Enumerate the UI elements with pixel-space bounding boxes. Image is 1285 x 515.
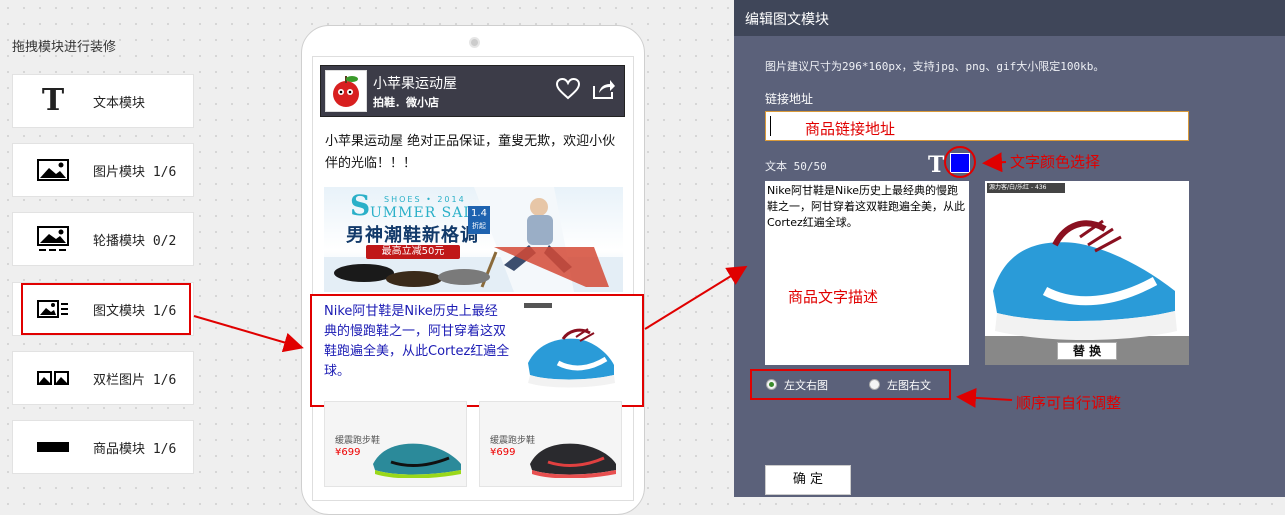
- radio-image-left[interactable]: [869, 379, 880, 390]
- product-card[interactable]: 缓震跑步鞋 ¥699: [479, 401, 622, 487]
- banner-headline: 男神潮鞋新格调: [346, 225, 479, 246]
- image-icon: [13, 159, 93, 181]
- link-label: 链接地址: [765, 92, 814, 106]
- highlight-box: [21, 283, 191, 335]
- module-image[interactable]: 图片模块 1/6: [12, 143, 194, 197]
- module-label: 商品模块: [93, 441, 146, 457]
- product-card[interactable]: 缓震跑步鞋 ¥699: [324, 401, 467, 487]
- product-shoe-image: [530, 443, 616, 478]
- module-label: 双栏图片: [93, 372, 146, 388]
- banner-discount-unit: 折起: [472, 222, 486, 230]
- color-select-note: 文字颜色选择: [1010, 153, 1101, 171]
- module-count: 1/6: [152, 441, 177, 457]
- text-format-icon: T: [928, 152, 945, 178]
- editor-title: 编辑图文模块: [745, 12, 829, 28]
- product-price: ¥699: [335, 447, 361, 458]
- text-counter-label: 文本 50/50: [765, 160, 827, 173]
- product-price: ¥699: [490, 447, 516, 458]
- shop-name: 小苹果运动屋: [373, 76, 457, 92]
- share-icon[interactable]: [592, 78, 616, 104]
- preview-image: 源力客/白/乐红 - 436: [985, 181, 1189, 365]
- banner-year: SHOES • 2014: [384, 195, 466, 204]
- text-caret: [770, 116, 771, 136]
- arrow-module-to-phone: [193, 315, 304, 353]
- arrow-phone-to-editor: [644, 265, 748, 330]
- product-bar-icon: [13, 442, 93, 452]
- module-product[interactable]: 商品模块 1/6: [12, 420, 194, 474]
- phone-camera: [469, 37, 480, 48]
- module-count: 1/6: [152, 372, 177, 388]
- radio-label-text-left[interactable]: 左文右图: [784, 377, 828, 393]
- replace-image-button[interactable]: 替 换: [1057, 342, 1117, 360]
- link-note: 商品链接地址: [805, 120, 896, 138]
- left-panel-title: 拖拽模块进行装修: [12, 40, 117, 55]
- imgtext-text: Nike阿甘鞋是Nike历史上最经典的慢跑鞋之一，阿甘穿着这双鞋跑遍全美，从此C…: [324, 304, 510, 379]
- module-image-text[interactable]: 图文模块 1/6: [12, 282, 194, 336]
- module-label: 轮播模块: [93, 233, 146, 249]
- image-size-hint: 图片建议尺寸为296*160px，支持jpg、png、gif大小限定100kb。: [765, 60, 1105, 73]
- module-label: 图片模块: [93, 164, 146, 180]
- module-count: 0/2: [152, 233, 177, 249]
- banner-discount: 1.4: [471, 208, 487, 219]
- shop-subtitle: 拍鞋．微小店: [373, 96, 439, 109]
- banner-promo: 最高立减50元: [366, 245, 460, 259]
- radio-label-image-left[interactable]: 左图右文: [887, 377, 931, 393]
- heart-icon[interactable]: [555, 77, 581, 104]
- promo-banner[interactable]: S SHOES • 2014 UMMER SALE 男神潮鞋新格调 最高立减50…: [324, 187, 623, 292]
- double-image-icon: [13, 371, 93, 385]
- welcome-text: 小苹果运动屋 绝对正品保证，童叟无欺，欢迎小伙伴的光临！！！: [325, 134, 616, 171]
- module-double-image[interactable]: 双栏图片 1/6: [12, 351, 194, 405]
- confirm-button[interactable]: 确 定: [765, 465, 851, 495]
- text-description-content: Nike阿甘鞋是Nike历史上最经典的慢跑鞋之一，阿甘穿着这双鞋跑遍全美，从此C…: [767, 184, 965, 229]
- imgtext-shoe-image: [518, 303, 623, 398]
- module-carousel[interactable]: 轮播模块 0/2: [12, 212, 194, 266]
- module-count: 1/6: [152, 164, 177, 180]
- carousel-icon: [13, 226, 93, 252]
- module-label: 文本模块: [93, 95, 146, 111]
- text-desc-note: 商品文字描述: [788, 288, 879, 306]
- order-adjust-note: 顺序可自行调整: [1016, 394, 1122, 412]
- module-text[interactable]: T 文本模块: [12, 74, 194, 128]
- product-shoe-image: [373, 443, 461, 478]
- shop-logo: [325, 70, 367, 112]
- radio-text-left[interactable]: [766, 379, 777, 390]
- text-t-icon: T: [41, 83, 65, 118]
- color-highlight-circle: [944, 146, 976, 178]
